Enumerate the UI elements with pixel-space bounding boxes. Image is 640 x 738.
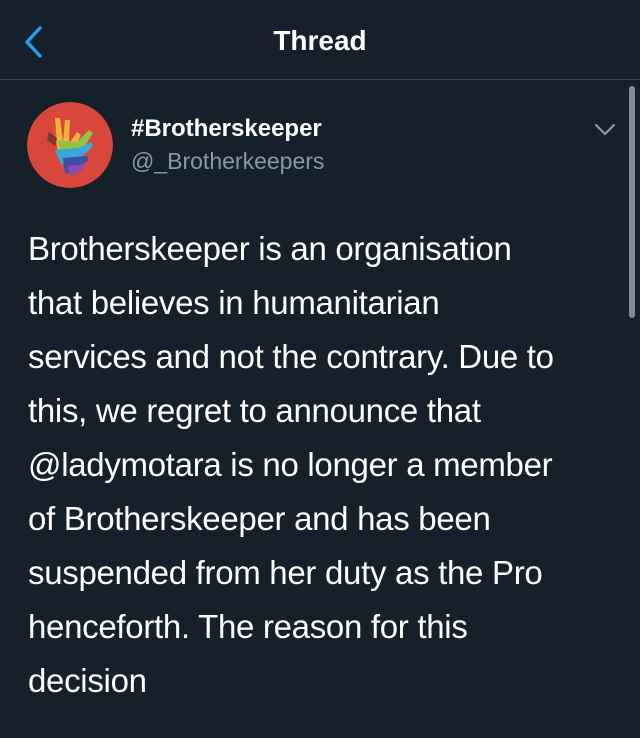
top-navigation-bar: Thread (0, 0, 640, 80)
hands-logo-icon (27, 102, 113, 188)
tweet-text-line: services and not the contrary. Due to (28, 338, 554, 375)
tweet-text: Brotherskeeper is an organisation that b… (28, 222, 618, 708)
tweet-text-line: henceforth. The reason for this (28, 608, 468, 645)
tweet-text-line: of Brotherskeeper and has been (28, 500, 491, 537)
tweet-menu-button[interactable] (592, 120, 618, 140)
tweet-text-line: decision (28, 662, 147, 699)
chevron-down-icon (594, 123, 616, 136)
tweet-text-line: that believes in humanitarian (28, 284, 440, 321)
display-name[interactable]: #Brotherskeeper (131, 114, 322, 144)
page-title: Thread (273, 25, 367, 56)
scrollbar[interactable] (629, 86, 635, 318)
tweet-text-line: @ladymotara is no longer a member (28, 446, 553, 483)
tweet: #Brotherskeeper @_Brotherkeepers Brother… (0, 80, 640, 738)
tweet-text-line: this, we regret to announce that (28, 392, 481, 429)
user-handle[interactable]: @_Brotherkeepers (131, 146, 324, 176)
tweet-text-line: suspended from her duty as the Pro (28, 554, 543, 591)
tweet-text-line: Brotherskeeper is an organisation (28, 230, 512, 267)
avatar[interactable] (27, 102, 113, 188)
